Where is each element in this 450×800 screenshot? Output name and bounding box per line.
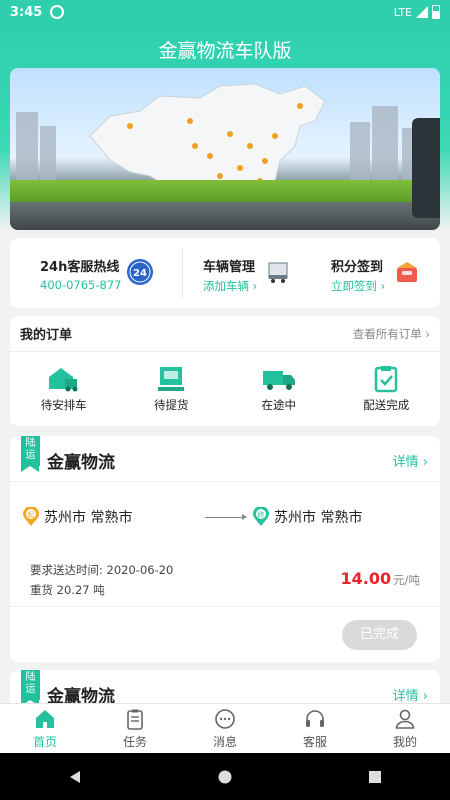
status-pending-arrange[interactable]: 待安排车 bbox=[10, 352, 118, 426]
vehicle-title: 车辆管理 bbox=[203, 260, 256, 275]
status-label: 配送完成 bbox=[363, 398, 410, 412]
network-label: LTE bbox=[393, 5, 412, 19]
quick-actions-card: 24h客服热线 400-0765-877 24 车辆管理 添加车辆 › 积分签到… bbox=[10, 238, 440, 308]
hotline-title: 24h客服热线 bbox=[40, 260, 120, 275]
sign-in-link[interactable]: 立即签到 › bbox=[331, 278, 385, 294]
route-arrow bbox=[205, 514, 247, 520]
company-name: 金赢物流 bbox=[47, 453, 115, 473]
add-vehicle-link[interactable]: 添加车辆 › bbox=[203, 278, 257, 294]
hotline-item[interactable]: 24h客服热线 400-0765-877 24 bbox=[10, 238, 182, 308]
tab-messages[interactable]: 消息 bbox=[180, 704, 270, 753]
battery-icon bbox=[432, 5, 440, 19]
vehicle-icon bbox=[268, 262, 288, 283]
detail-link[interactable]: 详情 › bbox=[393, 451, 428, 470]
tab-label: 首页 bbox=[32, 734, 57, 749]
truck-icon bbox=[262, 371, 295, 390]
svg-text:24: 24 bbox=[133, 268, 147, 279]
order-card[interactable]: 陆运 金赢物流 详情 › 起 苏州市 常熟市 终 苏州市 常熟市 要求送达时间:… bbox=[10, 436, 440, 662]
system-nav-bar bbox=[0, 753, 450, 800]
sync-icon bbox=[50, 5, 65, 19]
status-time: 3:45 bbox=[10, 4, 43, 20]
status-label: 待安排车 bbox=[40, 398, 87, 412]
price: 14.00 元/吨 bbox=[341, 569, 420, 588]
detail-link[interactable]: 详情 › bbox=[393, 685, 428, 704]
message-icon bbox=[215, 708, 235, 729]
recents-icon[interactable] bbox=[367, 769, 383, 785]
transport-type-tag: 陆运 bbox=[21, 436, 40, 472]
truck-image bbox=[412, 118, 440, 218]
tab-label: 我的 bbox=[392, 734, 417, 749]
destination: 终 苏州市 常熟市 bbox=[252, 507, 362, 527]
origin-pin-icon: 起 bbox=[23, 507, 39, 526]
deadline-text: 要求送达时间: 2020-06-20 bbox=[30, 563, 174, 577]
package-pickup-icon bbox=[158, 367, 185, 391]
headset-icon bbox=[306, 709, 324, 727]
hotline-number[interactable]: 400-0765-877 bbox=[40, 278, 121, 292]
points-title: 积分签到 bbox=[331, 260, 384, 275]
divider bbox=[10, 606, 440, 607]
status-pending-pickup[interactable]: 待提货 bbox=[118, 352, 226, 426]
status-label: 待提货 bbox=[154, 398, 189, 412]
cargo-text: 重货 20.27 吨 bbox=[30, 583, 105, 597]
clipboard-check-icon bbox=[375, 366, 398, 393]
status-in-transit[interactable]: 在途中 bbox=[225, 352, 333, 426]
vehicle-item[interactable]: 车辆管理 添加车辆 › bbox=[183, 238, 311, 308]
status-right: LTE bbox=[394, 5, 440, 19]
transport-type-tag: 陆运 bbox=[21, 670, 40, 706]
tab-label: 任务 bbox=[122, 734, 147, 749]
svg-text:终: 终 bbox=[258, 510, 265, 519]
completed-status-button[interactable]: 已完成 bbox=[342, 620, 417, 650]
origin: 起 苏州市 常熟市 bbox=[22, 507, 132, 527]
view-all-orders-link[interactable]: 查看所有订单 › bbox=[353, 326, 430, 342]
banner-image[interactable] bbox=[10, 68, 440, 230]
tab-tasks[interactable]: 任务 bbox=[90, 704, 180, 753]
points-item[interactable]: 积分签到 立即签到 › bbox=[311, 238, 439, 308]
profile-icon bbox=[395, 709, 415, 729]
divider bbox=[10, 481, 440, 482]
price-unit: 元/吨 bbox=[393, 573, 420, 587]
destination-city: 苏州市 常熟市 bbox=[274, 510, 363, 526]
price-value: 14.00 bbox=[340, 569, 392, 588]
status-bar: 3:45 LTE bbox=[0, 0, 450, 24]
tab-profile[interactable]: 我的 bbox=[360, 704, 450, 753]
signal-icon bbox=[416, 6, 428, 18]
tab-label: 客服 bbox=[302, 734, 327, 749]
destination-pin-icon: 终 bbox=[253, 507, 269, 526]
tab-service[interactable]: 客服 bbox=[270, 704, 360, 753]
home-icon bbox=[36, 709, 54, 728]
back-icon[interactable] bbox=[67, 769, 83, 785]
warehouse-truck-icon bbox=[48, 368, 78, 392]
app-title: 金赢物流车队版 bbox=[158, 40, 292, 62]
status-label: 在途中 bbox=[261, 398, 297, 412]
tab-label: 消息 bbox=[212, 734, 237, 749]
home-nav-icon[interactable] bbox=[217, 769, 233, 785]
orders-header: 我的订单 查看所有订单 › bbox=[10, 316, 440, 352]
task-clipboard-icon bbox=[127, 709, 143, 730]
status-delivered[interactable]: 配送完成 bbox=[333, 352, 441, 426]
bottom-tab-bar: 首页 任务 消息 客服 我的 bbox=[0, 703, 450, 753]
order-status-row: 待安排车 待提货 在途中 配送完成 bbox=[10, 352, 440, 426]
my-orders-card: 我的订单 查看所有订单 › 待安排车 待提货 在途中 配送完成 bbox=[10, 316, 440, 426]
gift-envelope-icon bbox=[397, 262, 417, 282]
origin-city: 苏州市 常熟市 bbox=[44, 510, 133, 526]
svg-text:起: 起 bbox=[28, 511, 35, 519]
tab-home[interactable]: 首页 bbox=[0, 704, 90, 753]
orders-title: 我的订单 bbox=[20, 328, 73, 343]
24h-service-icon: 24 bbox=[127, 259, 153, 285]
